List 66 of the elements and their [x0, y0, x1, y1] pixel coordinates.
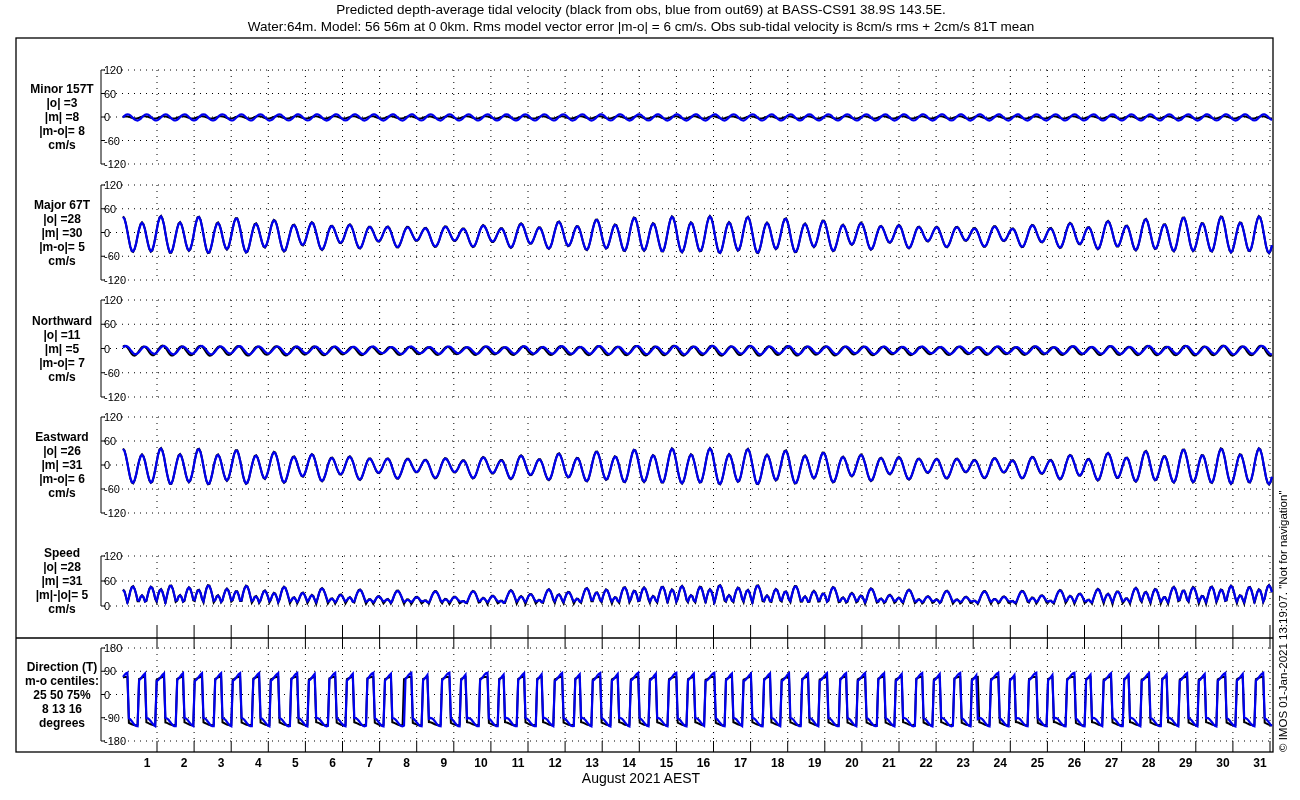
day-label: 17	[733, 756, 748, 770]
day-label: 1	[143, 756, 151, 770]
day-label: 23	[956, 756, 970, 770]
axis-tick-label: -60	[104, 250, 120, 263]
axis-tick-label: -120	[104, 274, 127, 286]
axis-tick-label: 60	[104, 575, 117, 587]
day-label: 8	[403, 756, 411, 770]
day-label: 5	[292, 756, 299, 770]
day-label: 22	[919, 756, 933, 770]
axis-tick-label: -60	[104, 134, 120, 147]
day-label: 13	[585, 756, 599, 770]
day-label: 31	[1253, 756, 1267, 770]
chart-title: Water:64m. Model: 56 56m at 0 0km. Rms model vector error |m-o| = 6 cm/s. Obs sub-tidal velocity is 8cm/s rms + 2cm/s 81T mean	[247, 19, 1035, 34]
axis-tick-label: 120	[104, 550, 123, 562]
day-label: 18	[771, 756, 785, 770]
day-label: 16	[696, 756, 711, 770]
axis-tick-label: 60	[104, 318, 117, 331]
axis-tick-label: 60	[104, 87, 117, 100]
credit-text: © IMOS 01-Jan-2021 13:19:07. "Not for navigation"	[1277, 490, 1289, 752]
day-label: 30	[1216, 756, 1230, 770]
panel-label: Northward |o| =11 |m| =5 |m-o|= 7 cm/s	[32, 313, 92, 384]
axis-tick-label: 90	[104, 665, 117, 678]
day-label: 20	[845, 756, 859, 770]
axis-tick-label: -120	[104, 507, 127, 519]
day-label: 24	[993, 756, 1007, 770]
day-label: 3	[217, 756, 225, 770]
day-label: 15	[659, 756, 674, 770]
day-label: 19	[808, 756, 822, 770]
day-label: 6	[329, 756, 336, 770]
day-label: 27	[1104, 756, 1119, 770]
axis-tick-label: -120	[104, 391, 127, 403]
x-axis-title: August 2021 AEST	[581, 770, 701, 786]
panel-label: Direction (T) m-o centiles: 25 50 75% 8 13 16 degrees	[25, 659, 99, 730]
chart-title: Predicted depth-average tidal velocity (black from obs, blue from out69) at BASS-CS91 38.9S 143.5E.	[336, 2, 946, 17]
axis-tick-label: 0	[104, 111, 111, 123]
axis-tick-label: 120	[104, 411, 123, 423]
axis-tick-label: 180	[104, 642, 123, 654]
day-label: 26	[1067, 756, 1082, 770]
panel-label: Eastward |o| =26 |m| =31 |m-o|= 6 cm/s	[35, 430, 89, 500]
axis-tick-label: -60	[104, 366, 120, 379]
axis-tick-label: 0	[104, 600, 111, 612]
day-label: 12	[548, 756, 562, 770]
axis-tick-label: -60	[104, 483, 120, 495]
day-label: 14	[622, 756, 636, 770]
day-label: 25	[1030, 756, 1045, 770]
day-label: 21	[882, 756, 896, 770]
day-label: 4	[254, 756, 262, 770]
panel-label: Minor 157T |o| =3 |m| =8 |m-o|= 8 cm/s	[30, 82, 94, 152]
axis-tick-label: -120	[104, 158, 127, 170]
axis-tick-label: 0	[104, 459, 111, 471]
axis-tick-label: -90	[104, 711, 120, 724]
panel-label: Speed |o| =28 |m| =31 |m|-|o|= 5 cm/s	[35, 546, 89, 616]
axis-tick-label: -180	[104, 735, 127, 747]
axis-tick-label: 60	[104, 202, 117, 215]
day-label: 11	[511, 756, 525, 770]
day-label: 10	[474, 756, 488, 770]
day-label: 7	[366, 756, 373, 770]
axis-tick-label: 120	[104, 294, 123, 306]
axis-tick-label: 120	[104, 64, 123, 76]
axis-tick-label: 60	[104, 435, 117, 447]
day-label: 2	[180, 756, 188, 770]
day-label: 28	[1142, 756, 1156, 770]
day-label: 29	[1179, 756, 1193, 770]
axis-tick-label: 120	[104, 179, 123, 191]
day-label: 9	[440, 756, 448, 770]
panel-label: Major 67T |o| =28 |m| =30 |m-o|= 5 cm/s	[34, 197, 90, 268]
